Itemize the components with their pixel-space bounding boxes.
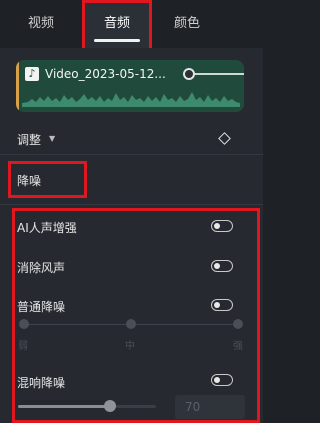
toggle-knob <box>214 377 220 383</box>
tab-audio[interactable]: 音频 <box>84 0 150 48</box>
toggle-ai-voice[interactable] <box>211 220 233 232</box>
audio-clip-card[interactable]: ♪ Video_2023-05-12... <box>16 60 244 112</box>
level-label-medium: 中 <box>125 341 135 352</box>
waveform-graphic <box>22 92 240 107</box>
denoise-title[interactable]: 降噪 <box>17 172 41 189</box>
slider-stop-weak[interactable] <box>19 319 29 329</box>
caret-down-icon[interactable]: ▼ <box>49 134 55 143</box>
tab-color[interactable]: 颜色 <box>166 0 208 48</box>
divider <box>0 204 263 205</box>
tab-video[interactable]: 视频 <box>20 0 62 48</box>
toggle-wind[interactable] <box>211 260 233 272</box>
clip-name: Video_2023-05-12... <box>45 67 166 81</box>
toggle-normal[interactable] <box>211 299 233 311</box>
toggle-knob <box>214 263 220 269</box>
tab-bar: 视频 音频 颜色 <box>0 0 263 48</box>
reverb-value-input[interactable]: 70 <box>175 395 245 419</box>
toggle-reverb[interactable] <box>211 374 233 386</box>
option-label-wind: 消除风声 <box>17 261 66 275</box>
slider-stop-strong[interactable] <box>233 319 243 329</box>
active-tab-indicator <box>94 39 140 42</box>
reverb-slider-knob[interactable] <box>104 400 116 412</box>
clip-volume-knob[interactable] <box>183 68 195 80</box>
divider <box>0 154 263 155</box>
option-label-normal: 普通降噪 <box>17 300 66 314</box>
clip-edge-marker <box>16 60 19 112</box>
toggle-knob <box>214 223 220 229</box>
music-note-icon: ♪ <box>25 67 39 81</box>
reverb-slider-fill <box>18 405 110 408</box>
toggle-knob <box>214 302 220 308</box>
tab-audio-label: 音频 <box>103 16 130 31</box>
option-label-ai-voice: AI人声增强 <box>17 221 77 235</box>
level-label-strong: 强 <box>233 341 243 352</box>
level-label-weak: 弱 <box>18 341 28 352</box>
slider-stop-medium[interactable] <box>126 319 136 329</box>
option-label-reverb: 混响降噪 <box>17 376 66 390</box>
adjust-label[interactable]: 调整 <box>17 131 41 148</box>
